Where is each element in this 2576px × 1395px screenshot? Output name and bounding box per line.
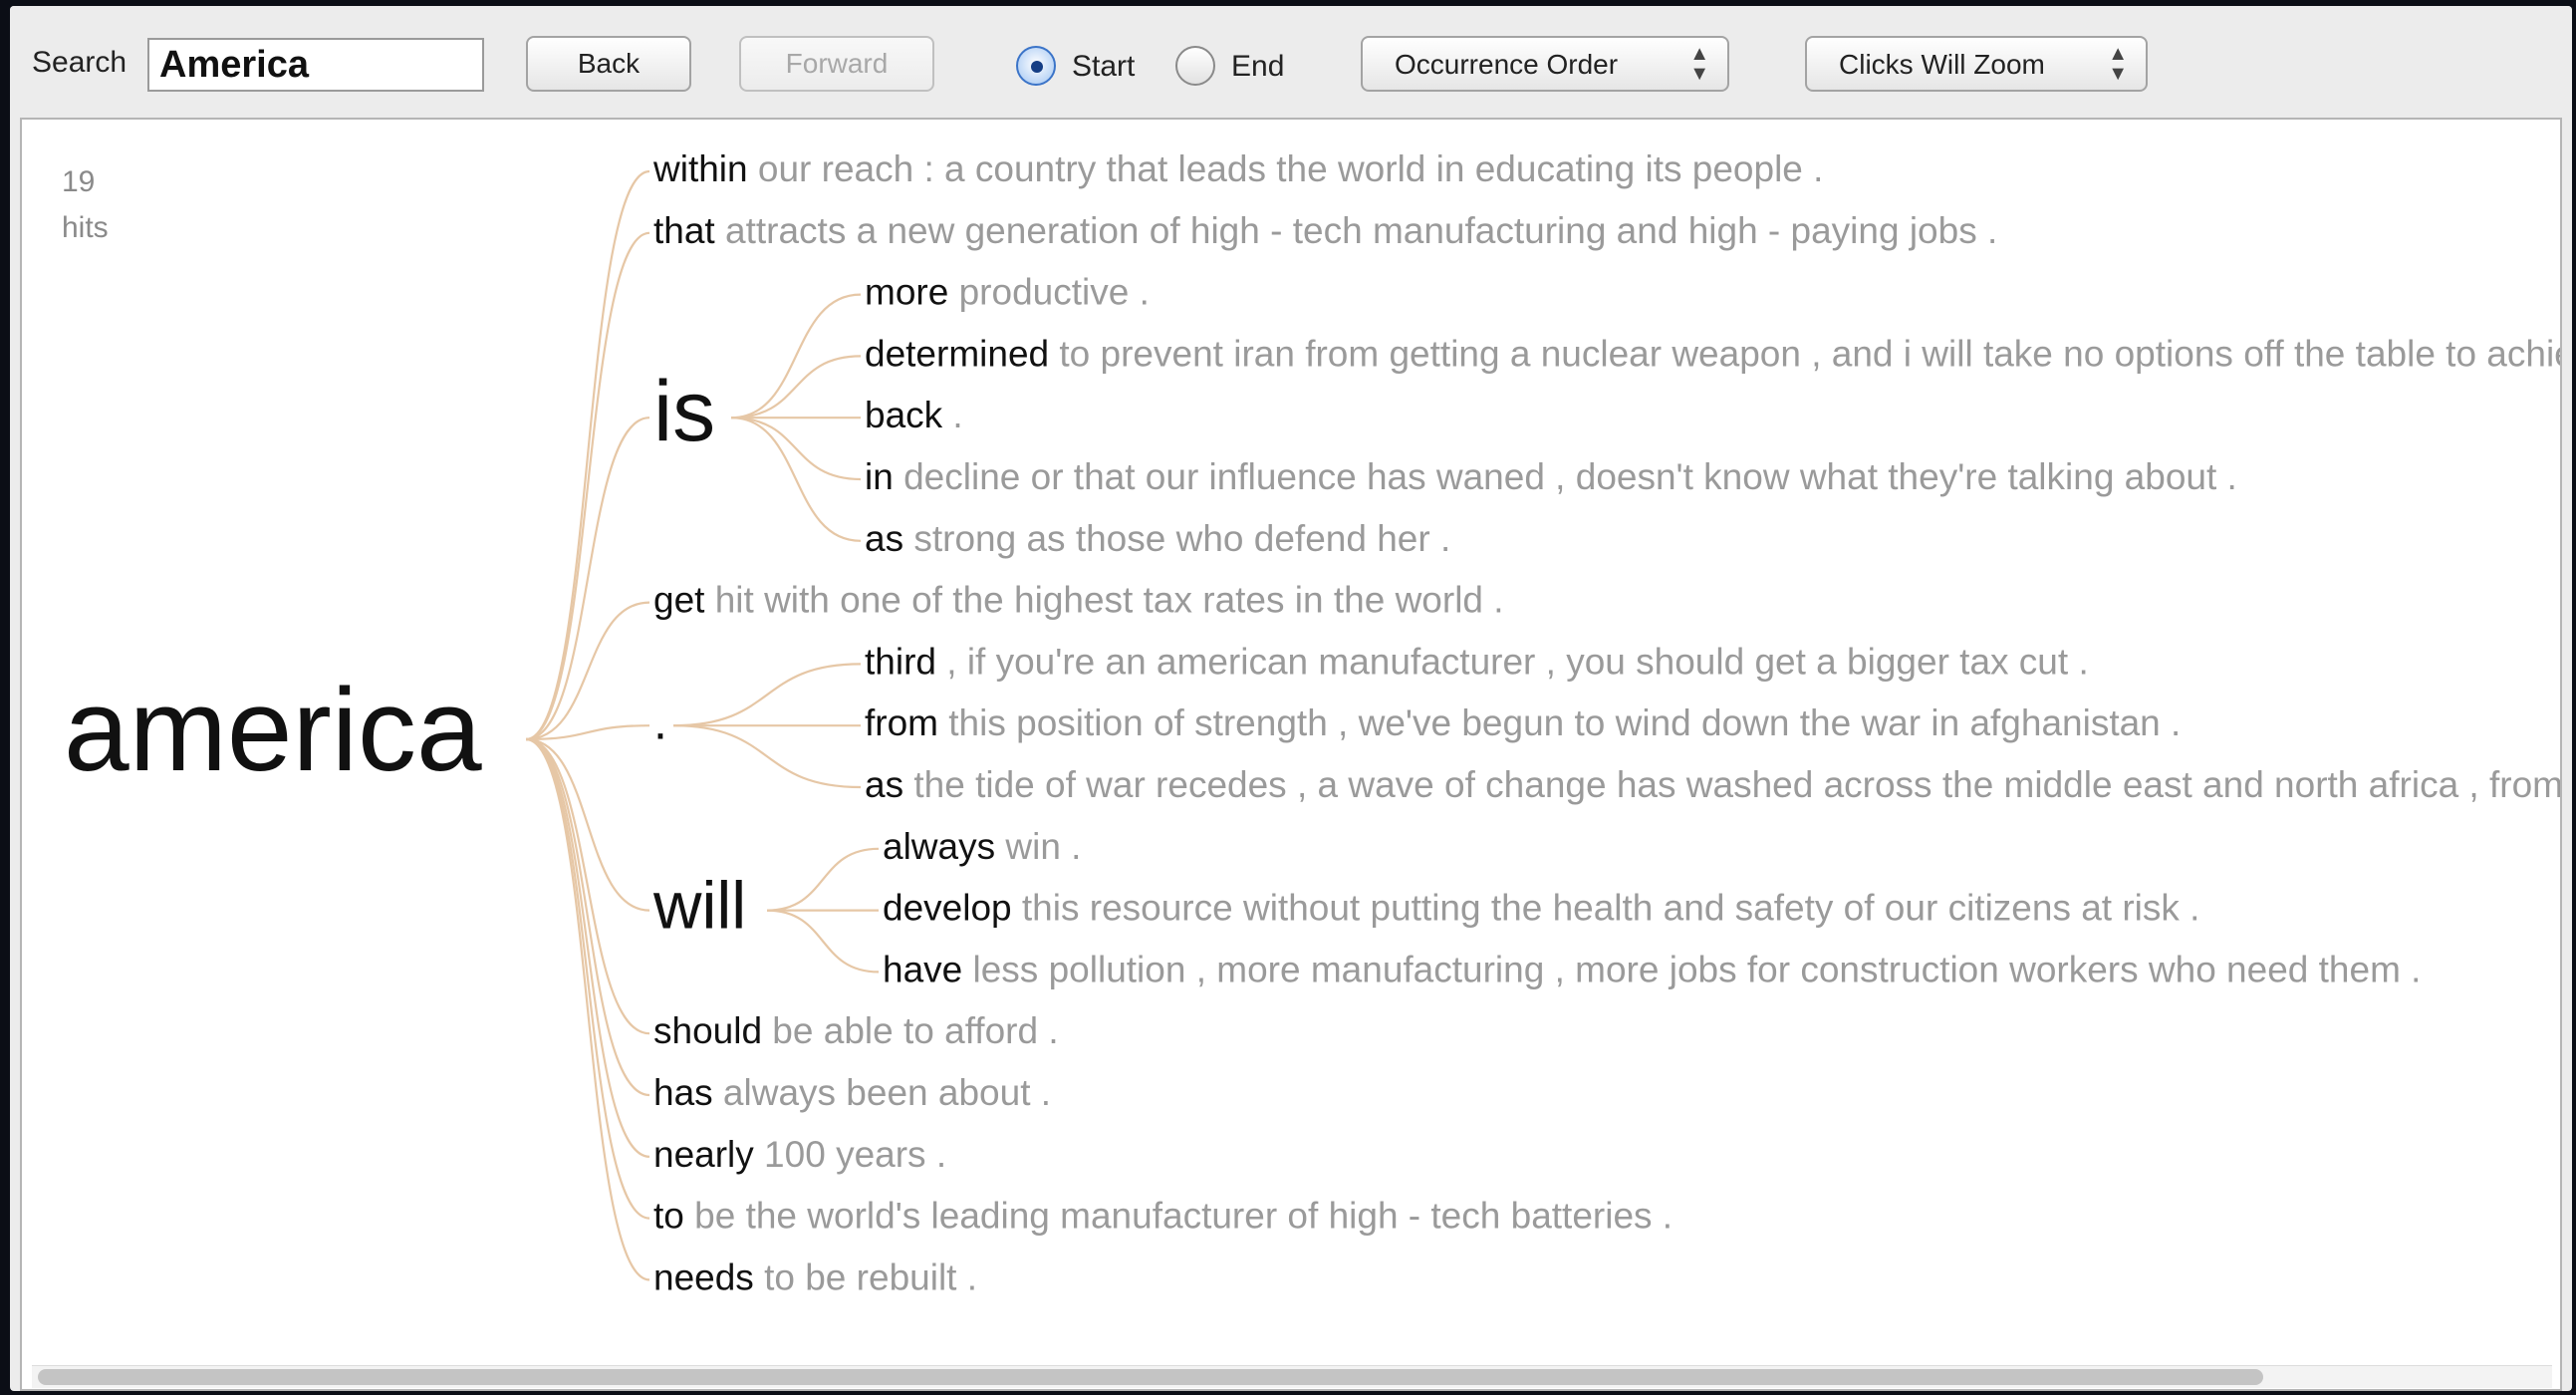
branch-word[interactable]: to: [653, 1195, 684, 1236]
branch-word[interactable]: more: [865, 271, 948, 312]
end-radio-label[interactable]: End: [1231, 50, 1284, 84]
branch-context: hit with one of the highest tax rates in…: [704, 579, 1503, 620]
tree-branch-line: [672, 663, 862, 727]
branch-word[interactable]: within: [652, 148, 748, 189]
word-tree: america within our reach : a country that…: [64, 148, 2560, 1297]
search-label: Search: [32, 46, 128, 79]
tree-node-word[interactable]: is: [653, 364, 715, 459]
branch-context: to be rebuilt .: [754, 1256, 977, 1297]
search-input[interactable]: [147, 38, 484, 92]
tree-leaf-phrase[interactable]: that attracts a new generation of high -…: [653, 210, 1997, 251]
branch-context: win .: [995, 826, 1081, 867]
branch-word[interactable]: get: [653, 579, 705, 620]
tree-leaf-phrase[interactable]: have less pollution , more manufacturing…: [883, 949, 2421, 989]
tree-root-word[interactable]: america: [64, 665, 482, 796]
order-select[interactable]: Occurrence Order ▲ ▼: [1361, 36, 1729, 92]
updown-chevron-icon: ▲ ▼: [2108, 43, 2128, 85]
tree-branch-line: [730, 417, 862, 542]
branch-word[interactable]: nearly: [653, 1134, 754, 1175]
branch-context: this resource without putting the health…: [1012, 887, 2200, 928]
branch-word[interactable]: determined: [865, 333, 1049, 374]
tree-leaf-phrase[interactable]: develop this resource without putting th…: [883, 887, 2199, 928]
tree-branch-line: [525, 231, 650, 741]
branch-word[interactable]: as: [865, 518, 903, 559]
branch-word[interactable]: has: [653, 1072, 713, 1113]
branch-word[interactable]: that: [653, 210, 715, 251]
tree-leaf-phrase[interactable]: as the tide of war recedes , a wave of c…: [865, 764, 2560, 805]
branch-context: this position of strength , we've begun …: [938, 702, 2181, 743]
tree-leaf-phrase[interactable]: back .: [865, 395, 963, 435]
tree-branch-line: [525, 737, 650, 1097]
zoom-select[interactable]: Clicks Will Zoom ▲ ▼: [1805, 36, 2148, 92]
back-button[interactable]: Back: [526, 36, 691, 92]
branch-context: strong as those who defend her .: [903, 518, 1450, 559]
branch-context: our reach : a country that leads the wor…: [748, 148, 1824, 189]
updown-chevron-icon: ▲ ▼: [1689, 43, 1709, 85]
branch-context: the tide of war recedes , a wave of chan…: [903, 764, 2560, 805]
tree-leaf-phrase[interactable]: always win .: [883, 826, 1081, 867]
tree-leaf-phrase[interactable]: in decline or that our influence has wan…: [865, 456, 2237, 497]
tree-branch-line: [525, 169, 650, 741]
word-tree-panel: 19 hits america within our reach : a coun…: [20, 118, 2562, 1391]
tree-leaf-phrase[interactable]: more productive .: [865, 271, 1150, 312]
tree-branch-line: [525, 601, 650, 741]
tree-branch-line: [525, 737, 650, 1158]
tree-leaf-phrase[interactable]: within our reach : a country that leads …: [652, 148, 1823, 189]
toolbar: Search Back Forward Start End Occurrence…: [10, 6, 2572, 118]
branch-word[interactable]: from: [865, 702, 938, 743]
branch-context: , if you're an american manufacturer , y…: [936, 641, 2089, 682]
branch-context: .: [942, 395, 963, 435]
tree-branch-line: [525, 737, 650, 1035]
branch-word[interactable]: always: [883, 826, 995, 867]
tree-leaf-phrase[interactable]: get hit with one of the highest tax rate…: [653, 579, 1504, 620]
order-select-value: Occurrence Order: [1395, 49, 1619, 80]
branch-context: less pollution , more manufacturing , mo…: [962, 949, 2421, 989]
tree-branch-line: [525, 737, 650, 1220]
tree-branch-line: [730, 293, 862, 419]
tree-leaf-phrase[interactable]: should be able to afford .: [653, 1010, 1059, 1051]
branch-context: 100 years .: [754, 1134, 946, 1175]
tree-branch-line: [730, 417, 862, 481]
tree-leaf-phrase[interactable]: nearly 100 years .: [653, 1134, 946, 1175]
start-radio-label[interactable]: Start: [1072, 50, 1135, 84]
tree-leaf-phrase[interactable]: to be the world's leading manufacturer o…: [653, 1195, 1673, 1236]
branch-word[interactable]: back: [865, 395, 943, 435]
tree-branch-line: [730, 355, 862, 419]
tree-branch-line: [525, 724, 650, 741]
tree-branch-line: [766, 847, 880, 912]
tree-node-word[interactable]: .: [653, 694, 667, 749]
branch-word[interactable]: needs: [653, 1256, 754, 1297]
word-tree-window: Search Back Forward Start End Occurrence…: [10, 6, 2572, 1391]
branch-word[interactable]: as: [865, 764, 903, 805]
branch-word[interactable]: in: [865, 456, 894, 497]
branch-context: to prevent iran from getting a nuclear w…: [1049, 333, 2560, 374]
branch-context: decline or that our influence has waned …: [894, 456, 2237, 497]
branch-word[interactable]: third: [865, 641, 936, 682]
branch-context: productive .: [948, 271, 1150, 312]
branch-word[interactable]: develop: [883, 887, 1012, 928]
radio-selected-dot: [1031, 61, 1043, 73]
start-radio[interactable]: [1016, 46, 1056, 86]
tree-branch-line: [672, 724, 862, 789]
horizontal-scrollbar[interactable]: [32, 1365, 2552, 1388]
branch-context: be the world's leading manufacturer of h…: [684, 1195, 1673, 1236]
tree-leaf-phrase[interactable]: determined to prevent iran from getting …: [865, 333, 2560, 374]
end-radio[interactable]: [1175, 46, 1215, 86]
tree-leaf-phrase[interactable]: third , if you're an american manufactur…: [865, 641, 2089, 682]
tree-branch-line: [525, 737, 650, 1281]
scrollbar-thumb[interactable]: [38, 1369, 2263, 1385]
tree-leaf-phrase[interactable]: needs to be rebuilt .: [653, 1256, 977, 1297]
tree-branch-line: [766, 909, 880, 974]
branch-context: attracts a new generation of high - tech…: [715, 210, 1998, 251]
tree-node-word[interactable]: will: [652, 868, 746, 943]
zoom-select-value: Clicks Will Zoom: [1839, 49, 2045, 80]
tree-leaf-phrase[interactable]: as strong as those who defend her .: [865, 518, 1450, 559]
tree-leaf-phrase[interactable]: from this position of strength , we've b…: [865, 702, 2181, 743]
branch-context: be able to afford .: [762, 1010, 1059, 1051]
branch-word[interactable]: have: [883, 949, 962, 989]
tree-leaf-phrase[interactable]: has always been about .: [653, 1072, 1051, 1113]
branch-context: always been about .: [713, 1072, 1051, 1113]
forward-button[interactable]: Forward: [739, 36, 934, 92]
branch-word[interactable]: should: [653, 1010, 762, 1051]
